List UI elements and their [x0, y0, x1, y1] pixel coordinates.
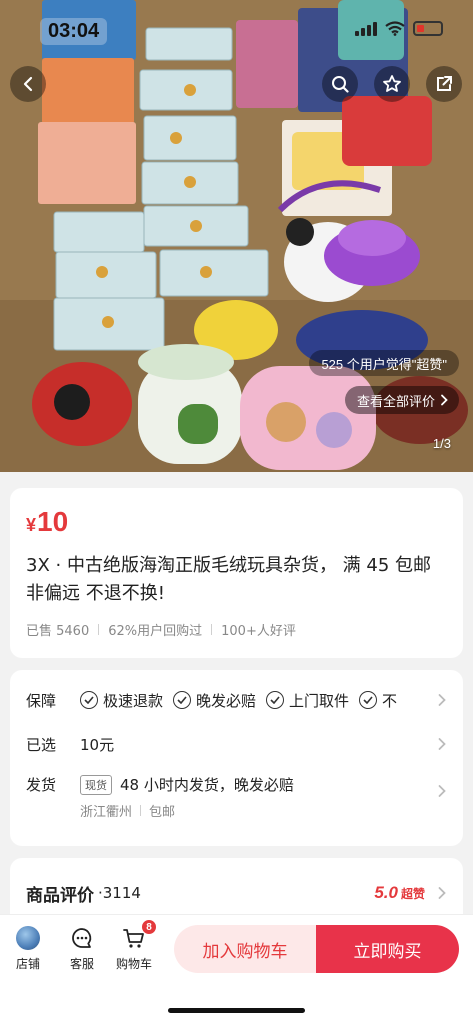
cart-label: 购物车: [115, 957, 152, 971]
review-title: 商品评价: [26, 885, 94, 906]
search-icon: [332, 76, 349, 93]
sold-count: 已售 5460: [26, 624, 90, 639]
chat-bubble-icon: [69, 925, 95, 951]
service-card: 保障 极速退款 晚发必赔 上门取件 不 已选 10元 发货 现货 48 小时内发…: [10, 670, 463, 846]
guarantee-list: 极速退款 晚发必赔 上门取件 不: [80, 690, 426, 711]
guarantee-label: 保障: [26, 691, 57, 710]
customer-service-button[interactable]: 客服: [56, 925, 108, 972]
shipping-row[interactable]: 发货 现货 48 小时内发货，晚发必赔 浙江衢州 包邮: [26, 766, 447, 832]
ship-origin: 浙江衢州: [80, 805, 133, 820]
shipping-sub: 浙江衢州 包邮: [80, 801, 294, 820]
price: ¥ 10: [26, 506, 447, 538]
cellular-signal-icon: [355, 20, 377, 36]
shipping-info: 现货 48 小时内发货，晚发必赔 浙江衢州 包邮: [80, 774, 294, 820]
check-circle-icon: [266, 691, 285, 709]
image-page-indicator: 1/3: [432, 436, 451, 451]
review-score-label: 超赞: [400, 887, 425, 901]
view-all-reviews-label: 查看全部评价: [356, 393, 435, 409]
praise-pill: 525 个用户觉得"超赞": [309, 350, 459, 376]
status-time: 03:04: [40, 18, 108, 45]
status-bar: 03:04: [0, 0, 473, 62]
share-button[interactable]: [426, 66, 462, 102]
guarantee-row[interactable]: 保障 极速退款 晚发必赔 上门取件 不: [26, 678, 447, 722]
cart-button[interactable]: 8 购物车: [108, 919, 160, 972]
product-info-card: ¥ 10 3X · 中古绝版海淘正版毛绒玩具杂货， 满 45 包邮非偏远 不退不…: [10, 488, 463, 658]
shipping-text: 48 小时内发货，晚发必赔: [120, 776, 294, 794]
divider: [98, 624, 100, 635]
chevron-right-icon: [438, 887, 446, 899]
review-count: ·3114: [98, 884, 141, 902]
guarantee-text: 极速退款: [103, 691, 164, 710]
buy-now-button[interactable]: 立即购买: [316, 925, 459, 973]
guarantee-text: 不: [382, 691, 398, 710]
view-all-reviews-button[interactable]: 查看全部评价: [344, 386, 459, 414]
guarantee-item: 上门取件: [266, 690, 349, 711]
guarantee-text: 晚发必赔: [196, 691, 257, 710]
selected-spec-row[interactable]: 已选 10元: [26, 722, 447, 766]
check-circle-icon: [173, 691, 192, 709]
chevron-right-icon: [441, 394, 448, 406]
product-stats: 已售 5460 62%用户回购过 100+人好评: [26, 620, 447, 639]
in-stock-badge: 现货: [80, 774, 112, 795]
divider: [140, 805, 142, 816]
shipping-label: 发货: [26, 776, 57, 794]
chevron-right-icon: [438, 738, 446, 750]
share-icon: [437, 76, 452, 91]
shop-avatar-icon: [15, 925, 41, 951]
shipping-main: 现货 48 小时内发货，晚发必赔: [80, 774, 294, 795]
cart-icon: 8: [121, 919, 157, 951]
review-score-value: 5.0: [374, 883, 398, 902]
chevron-left-icon: [23, 76, 33, 92]
price-value: 10: [37, 506, 69, 537]
postage-info: 包邮: [149, 805, 176, 820]
battery-icon: [413, 20, 443, 36]
favorite-button[interactable]: [374, 66, 410, 102]
guarantee-item: 晚发必赔: [173, 690, 256, 711]
check-circle-icon: [80, 691, 98, 709]
guarantee-text: 上门取件: [289, 691, 350, 710]
chevron-right-icon: [438, 785, 446, 797]
product-image-carousel[interactable]: 03:04 525 个用户觉得"超赞" 查看全部评价 1/3: [0, 0, 473, 472]
status-icons: [355, 20, 443, 36]
product-title: 3X · 中古绝版海淘正版毛绒玩具杂货， 满 45 包邮非偏远 不退不换!: [26, 555, 432, 604]
chevron-right-icon: [438, 694, 446, 706]
search-button[interactable]: [322, 66, 358, 102]
selected-value: 10元: [80, 735, 115, 754]
shop-button[interactable]: 店铺: [2, 925, 54, 972]
price-currency: ¥: [26, 515, 37, 535]
review-score: 5.0 超赞: [374, 883, 425, 903]
check-circle-icon: [359, 691, 378, 709]
star-icon: [383, 75, 401, 92]
avatar: [16, 926, 40, 950]
repurchase-rate: 62%用户回购过: [108, 624, 203, 639]
divider: [211, 624, 213, 635]
back-button[interactable]: [10, 66, 46, 102]
wifi-icon: [385, 20, 405, 36]
cart-count-badge: 8: [141, 919, 157, 935]
home-indicator: [168, 1008, 305, 1013]
selected-label: 已选: [26, 735, 57, 754]
shop-label: 店铺: [15, 957, 40, 971]
positive-review-count: 100+人好评: [221, 624, 296, 639]
add-to-cart-button[interactable]: 加入购物车: [174, 925, 316, 973]
guarantee-item: 不: [359, 690, 397, 711]
guarantee-item: 极速退款: [80, 690, 163, 711]
service-label: 客服: [69, 957, 94, 971]
